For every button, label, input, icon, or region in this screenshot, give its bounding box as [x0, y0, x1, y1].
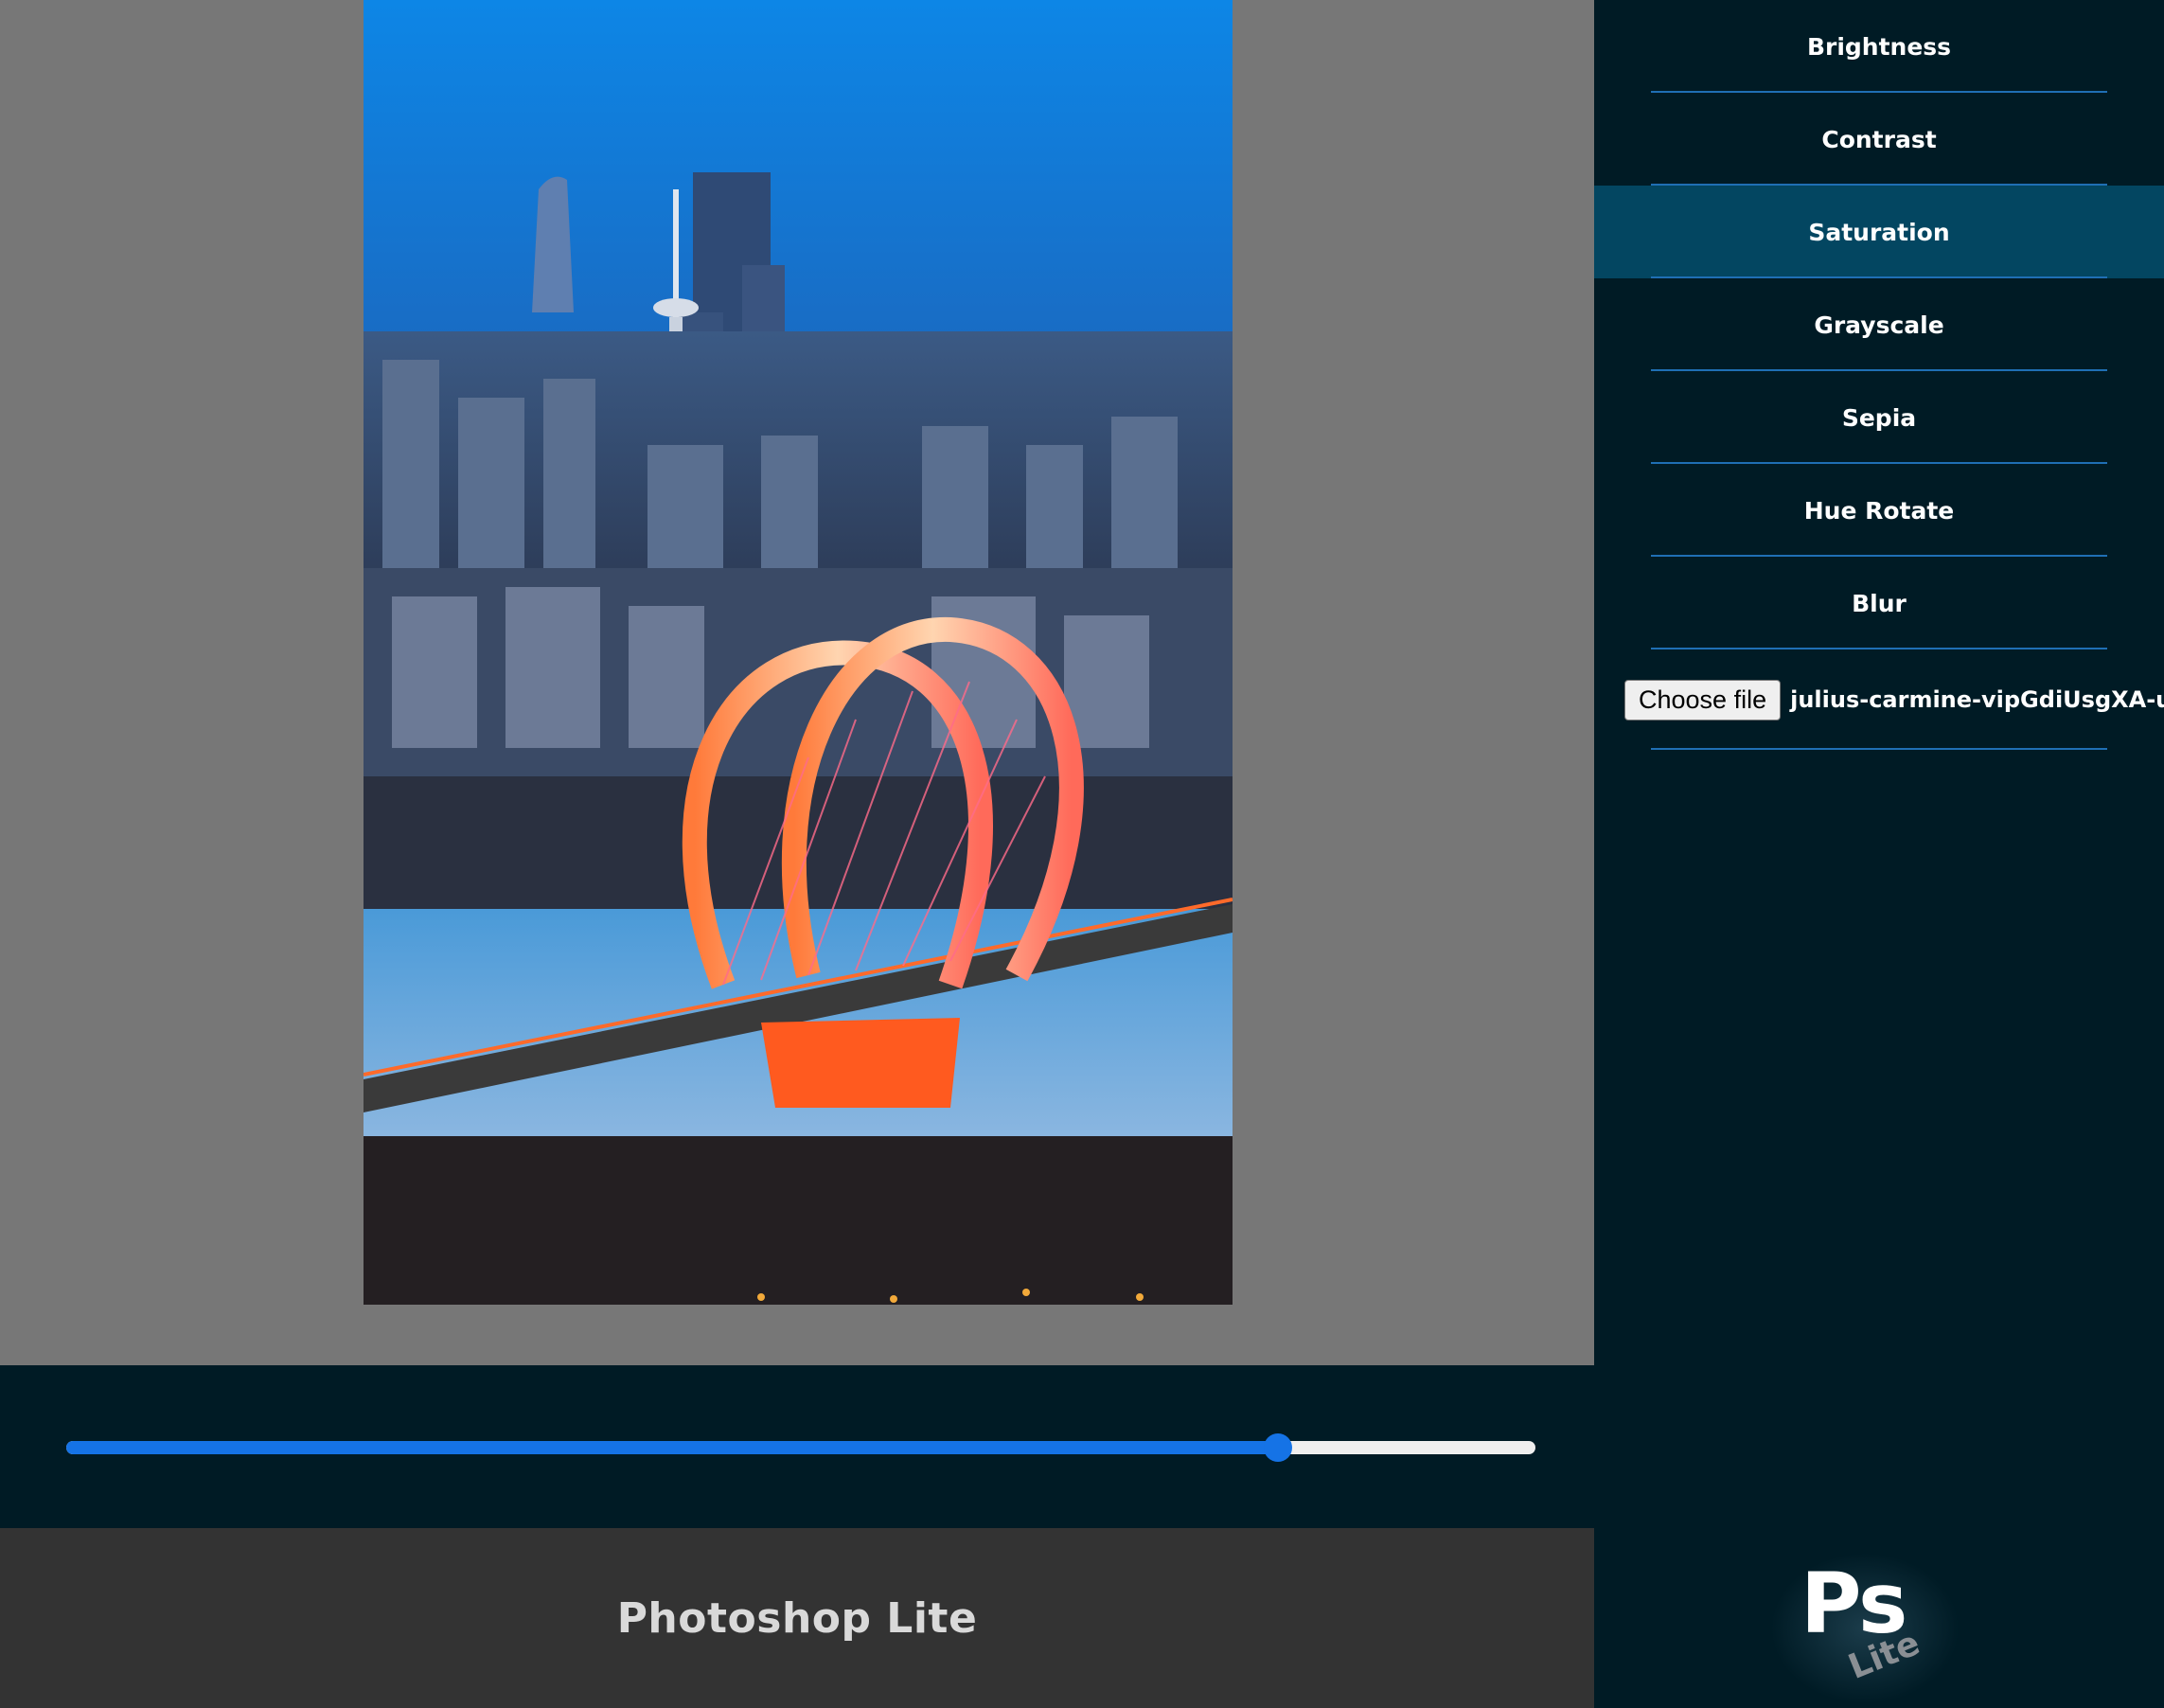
sidebar: Brightness Contrast Saturation Grayscale… — [1594, 0, 2164, 1708]
ps-lite-logo: Ps Lite — [1751, 1553, 1960, 1704]
slider-fill — [66, 1441, 1279, 1454]
tool-hue-rotate[interactable]: Hue Rotate — [1594, 464, 2164, 557]
tool-brightness[interactable]: Brightness — [1594, 0, 2164, 93]
slider-strip — [0, 1365, 1594, 1528]
tool-blur[interactable]: Blur — [1594, 557, 2164, 649]
tool-label: Grayscale — [1814, 311, 1944, 339]
file-input: Choose file julius-carmine-vipGdiUsgXA-u… — [1594, 649, 2164, 750]
filter-value-slider[interactable] — [66, 1433, 1535, 1462]
selected-file-name: julius-carmine-vipGdiUsgXA-unsp — [1790, 686, 2164, 713]
edited-photo — [364, 0, 1233, 1305]
canvas-area — [0, 0, 1594, 1365]
tool-grayscale[interactable]: Grayscale — [1594, 278, 2164, 371]
tool-label: Contrast — [1821, 125, 1937, 153]
photo-drawing — [364, 0, 1233, 1305]
app-title: Photoshop Lite — [616, 1593, 978, 1643]
tool-sepia[interactable]: Sepia — [1594, 371, 2164, 464]
choose-file-button[interactable]: Choose file — [1624, 679, 1782, 721]
tool-label: Brightness — [1806, 32, 1952, 61]
tool-label: Sepia — [1841, 403, 1917, 432]
tool-contrast[interactable]: Contrast — [1594, 93, 2164, 186]
tool-label: Blur — [1852, 589, 1907, 617]
slider-thumb[interactable] — [1264, 1433, 1293, 1462]
tool-label: Hue Rotate — [1803, 496, 1955, 525]
tool-label: Saturation — [1808, 218, 1950, 246]
footer: Photoshop Lite — [0, 1528, 1594, 1708]
tool-saturation[interactable]: Saturation — [1594, 186, 2164, 278]
